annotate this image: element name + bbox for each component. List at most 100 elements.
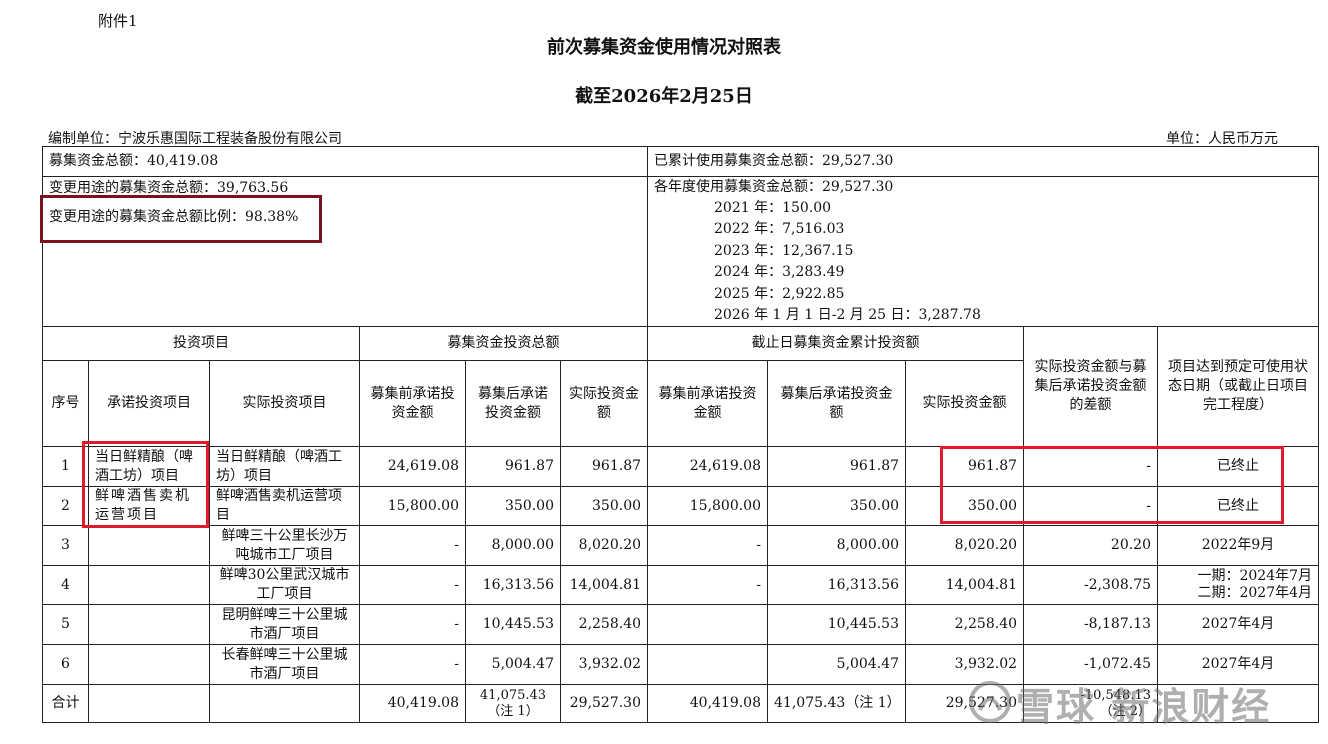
table-row: 2 鲜啤酒售卖机运营项目 鲜啤酒售卖机运营项目 15,800.00 350.00… (42, 486, 1320, 527)
header-post-commit: 募集后承诺投资金额 (465, 360, 561, 448)
status-phase-1: 一期：2024年7月 (1197, 568, 1313, 585)
total-empty-committed (88, 684, 210, 724)
year-2021: 2021 年：150.00 (714, 200, 832, 216)
header-diff: 实际投资金额与募集后承诺投资金额的差额 (1023, 326, 1159, 448)
row-seq: 1 (42, 446, 89, 488)
row-seq: 2 (42, 486, 89, 527)
attachment-label: 附件1 (98, 12, 138, 30)
row-actual-project: 鲜啤酒售卖机运营项目 (209, 486, 360, 527)
row-actual-project: 当日鲜精酿（啤酒工坊）项目 (209, 446, 360, 488)
row-pre: - (359, 644, 466, 686)
header-committed-project: 承诺投资项目 (88, 360, 210, 448)
table-row: 4 鲜啤30公里武汉城市工厂项目 - 16,313.56 14,004.81 -… (42, 565, 1320, 606)
total-cpost: 41,075.43（注 1） (767, 684, 907, 724)
row-post: 5,004.47 (465, 644, 561, 686)
row-seq: 6 (42, 644, 89, 686)
table-row: 3 鲜啤三十公里长沙万吨城市工厂项目 - 8,000.00 8,020.20 -… (42, 525, 1320, 567)
row-status: 已终止 (1157, 486, 1320, 527)
row-cact: 2,258.40 (905, 604, 1025, 646)
row-cact: 961.87 (905, 446, 1025, 488)
row-committed (88, 525, 210, 567)
header-cum-post-commit: 募集后承诺投资金额 (767, 360, 907, 448)
row-committed (88, 565, 210, 606)
total-pre: 40,419.08 (359, 684, 466, 724)
row-act: 2,258.40 (559, 604, 649, 646)
header-actual-project: 实际投资项目 (209, 360, 360, 448)
yearly-usage-header: 各年度使用募集资金总额：29,527.30 (654, 179, 894, 195)
row-diff: - (1023, 486, 1159, 527)
fund-usage-table: 募集资金总额：40,419.08 已累计使用募集资金总额：29,527.30 变… (41, 146, 1320, 724)
row-act: 350.00 (559, 486, 649, 527)
summary-row-totals: 募集资金总额：40,419.08 已累计使用募集资金总额：29,527.30 (41, 146, 1320, 177)
row-diff: - (1023, 446, 1159, 488)
row-act: 8,020.20 (559, 525, 649, 567)
row-post: 10,445.53 (465, 604, 561, 646)
table-row: 1 当日鲜精酿（啤酒工坊）项目 当日鲜精酿（啤酒工坊）项目 24,619.08 … (42, 446, 1320, 488)
row-committed: 当日鲜精酿（啤酒工坊）项目 (88, 446, 210, 488)
watermark-text: 雪球 新浪财经 (1016, 685, 1272, 729)
row-committed: 鲜啤酒售卖机运营项目 (88, 486, 210, 527)
row-cact: 3,932.02 (905, 644, 1025, 686)
total-cpre: 40,419.08 (647, 684, 769, 724)
row-post: 350.00 (465, 486, 561, 527)
header-raised-total: 募集资金投资总额 (358, 326, 649, 362)
header-pre-commit: 募集前承诺投资金额 (359, 360, 466, 448)
year-2025: 2025 年：2,922.85 (714, 285, 845, 302)
total-label: 合计 (42, 684, 89, 724)
table-row: 5 昆明鲜啤三十公里城市酒厂项目 - 10,445.53 2,258.40 10… (42, 604, 1320, 646)
year-2023: 2023 年：12,367.15 (714, 242, 854, 259)
header-cum-actual: 实际投资金额 (905, 360, 1025, 448)
header-cumulative: 截止日募集资金累计投资额 (647, 326, 1025, 362)
row-status: 已终止 (1157, 446, 1320, 488)
unit-label: 单位：人民币万元 (1166, 131, 1278, 147)
row-seq: 3 (42, 525, 89, 567)
row-actual-project: 长春鲜啤三十公里城市酒厂项目 (209, 644, 360, 686)
total-post: 41,075.43 （注 1） (465, 684, 561, 724)
row-cpost: 8,000.00 (767, 525, 907, 567)
row-committed (88, 644, 210, 686)
row-cact: 14,004.81 (905, 565, 1025, 606)
row-diff: -2,308.75 (1023, 565, 1159, 606)
row-seq: 5 (42, 604, 89, 646)
row-cpost: 16,313.56 (767, 565, 907, 606)
total-empty-actual-project (209, 684, 360, 724)
row-act: 14,004.81 (559, 565, 649, 606)
snowball-logo-icon (969, 681, 1011, 723)
row-post: 16,313.56 (465, 565, 561, 606)
row-cpre: - (647, 525, 769, 567)
header-cum-pre-commit: 募集前承诺投资金额 (647, 360, 769, 448)
row-pre: 15,800.00 (359, 486, 466, 527)
year-2022: 2022 年：7,516.03 (714, 221, 845, 238)
row-actual-project: 昆明鲜啤三十公里城市酒厂项目 (209, 604, 360, 646)
row-actual-project: 鲜啤30公里武汉城市工厂项目 (209, 565, 360, 606)
row-status: 2027年4月 (1157, 604, 1320, 646)
change-summary: 变更用途的募集资金总额：39,763.56 变更用途的募集资金总额比例：98.3… (41, 175, 649, 328)
changed-ratio: 变更用途的募集资金总额比例：98.38% (49, 209, 299, 225)
row-status: 一期：2024年7月 二期：2027年4月 (1157, 565, 1320, 606)
row-cact: 350.00 (905, 486, 1025, 527)
row-cpre (647, 604, 769, 646)
year-2024: 2024 年：3,283.49 (714, 264, 845, 281)
date-line: 截至2026年2月25日 (575, 86, 753, 107)
header-group-row: 投资项目 募集资金投资总额 截止日募集资金累计投资额 实际投资金额与募集后承诺投… (42, 326, 1320, 448)
document-title: 前次募集资金使用情况对照表 (547, 37, 781, 58)
yearly-usage: 各年度使用募集资金总额：29,527.30 2021 年：150.00 2022… (647, 175, 1320, 328)
total-act: 29,527.30 (559, 684, 649, 724)
row-diff: -8,187.13 (1023, 604, 1159, 646)
changed-amount: 变更用途的募集资金总额：39,763.56 (49, 180, 289, 196)
row-pre: - (359, 565, 466, 606)
row-cpost: 5,004.47 (767, 644, 907, 686)
total-raised: 募集资金总额：40,419.08 (41, 146, 649, 177)
row-cpre: 15,800.00 (647, 486, 769, 527)
row-diff: 20.20 (1023, 525, 1159, 567)
header-investment-project: 投资项目 (42, 326, 360, 362)
row-cpre: - (647, 565, 769, 606)
row-actual-project: 鲜啤三十公里长沙万吨城市工厂项目 (209, 525, 360, 567)
row-pre: 24,619.08 (359, 446, 466, 488)
row-pre: - (359, 525, 466, 567)
year-2026: 2026 年 1 月 1 日-2 月 25 日：3,287.78 (714, 307, 981, 324)
row-act: 961.87 (559, 446, 649, 488)
row-post: 961.87 (465, 446, 561, 488)
status-phase-2: 二期：2027年4月 (1197, 585, 1313, 602)
header-status: 项目达到预定可使用状态日期（或截止日项目完工程度） (1157, 326, 1320, 448)
